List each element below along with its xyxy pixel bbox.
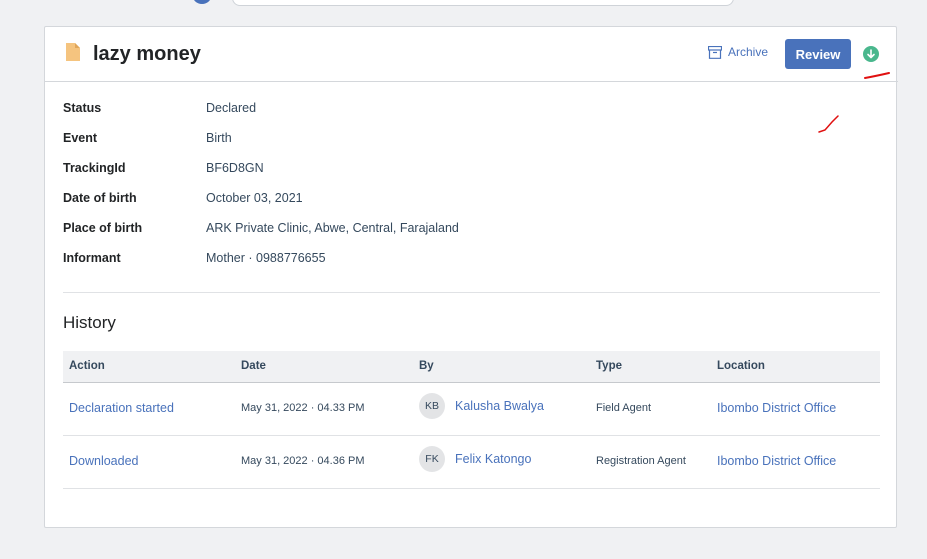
- review-button[interactable]: Review: [785, 39, 851, 69]
- column-header-type: Type: [596, 360, 622, 372]
- column-header-action: Action: [69, 360, 105, 372]
- avatar-remnant: [192, 0, 212, 4]
- history-table-header: Action Date By Type Location: [63, 351, 880, 383]
- search-bar-remnant[interactable]: [232, 0, 734, 6]
- detail-label: Informant: [63, 251, 121, 265]
- detail-value: October 03, 2021: [206, 191, 303, 205]
- column-header-date: Date: [241, 360, 266, 372]
- archive-label: Archive: [728, 45, 769, 59]
- history-type: Field Agent: [596, 402, 652, 414]
- column-header-by: By: [419, 360, 434, 372]
- history-by: FK Felix Katongo: [419, 446, 531, 472]
- history-title: History: [63, 313, 116, 332]
- table-row: Downloaded May 31, 2022 · 04.36 PM FK Fe…: [63, 436, 880, 489]
- detail-label: TrackingId: [63, 161, 126, 175]
- archive-icon: [708, 45, 722, 59]
- detail-label: Event: [63, 131, 98, 145]
- detail-value: Mother · 0988776655: [206, 251, 326, 265]
- location-link[interactable]: Ibombo District Office: [717, 454, 836, 468]
- history-date: May 31, 2022 · 04.33 PM: [241, 402, 365, 414]
- user-link[interactable]: Felix Katongo: [455, 452, 531, 466]
- avatar: FK: [419, 446, 445, 472]
- avatar: KB: [419, 393, 445, 419]
- history-date: May 31, 2022 · 04.36 PM: [241, 455, 365, 467]
- location-link[interactable]: Ibombo District Office: [717, 401, 836, 415]
- record-card: lazy money Archive Review Status Declare…: [44, 26, 898, 528]
- history-action-link[interactable]: Downloaded: [69, 454, 139, 468]
- detail-label: Place of birth: [63, 221, 143, 235]
- column-header-location: Location: [717, 360, 765, 372]
- detail-value: Declared: [206, 101, 257, 115]
- history-table: Action Date By Type Location Declaration…: [63, 351, 880, 489]
- history-by: KB Kalusha Bwalya: [419, 393, 544, 419]
- section-divider: [63, 292, 880, 293]
- table-row: Declaration started May 31, 2022 · 04.33…: [63, 383, 880, 436]
- detail-value: BF6D8GN: [206, 161, 264, 175]
- detail-value: ARK Private Clinic, Abwe, Central, Faraj…: [206, 221, 459, 235]
- top-bar-remnant: [0, 0, 927, 6]
- history-type: Registration Agent: [596, 455, 686, 467]
- record-title: lazy money: [93, 43, 201, 65]
- detail-value: Birth: [206, 131, 232, 145]
- document-icon: [66, 43, 80, 61]
- archive-button[interactable]: Archive: [708, 45, 768, 59]
- user-link[interactable]: Kalusha Bwalya: [455, 399, 544, 413]
- history-action-link[interactable]: Declaration started: [69, 401, 174, 415]
- download-icon[interactable]: [863, 46, 879, 62]
- detail-label: Date of birth: [63, 191, 137, 205]
- detail-label: Status: [63, 101, 102, 115]
- record-header: lazy money Archive Review: [45, 27, 898, 82]
